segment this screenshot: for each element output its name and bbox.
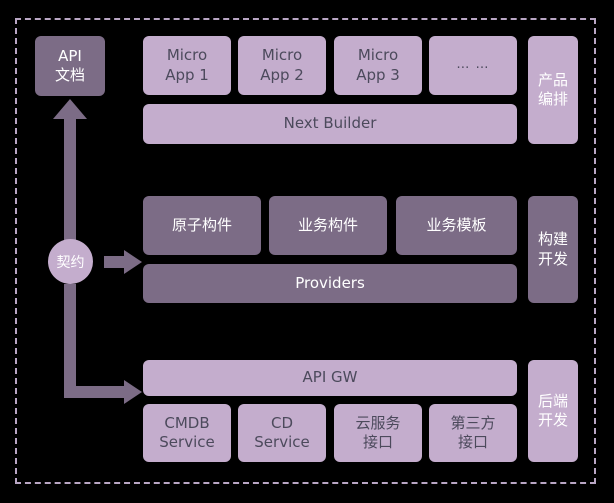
micro-app-2-box[interactable]: Micro App 2 xyxy=(238,36,326,95)
lane-build-development[interactable]: 构建 开发 xyxy=(528,196,578,303)
business-template-box[interactable]: 业务模板 xyxy=(396,196,517,255)
api-gw-bar[interactable]: API GW xyxy=(143,360,517,396)
arrow-contract-to-api-doc xyxy=(53,99,87,240)
cd-service-box[interactable]: CD Service xyxy=(238,404,326,462)
atomic-component-box[interactable]: 原子构件 xyxy=(143,196,261,255)
providers-bar[interactable]: Providers xyxy=(143,264,517,303)
micro-app-more-box[interactable]: … … xyxy=(429,36,517,95)
arrow-contract-to-components xyxy=(104,250,142,274)
third-party-api-box[interactable]: 第三方 接口 xyxy=(429,404,517,462)
business-component-box[interactable]: 业务构件 xyxy=(269,196,387,255)
micro-app-1-box[interactable]: Micro App 1 xyxy=(143,36,231,95)
lane-backend-development[interactable]: 后端 开发 xyxy=(528,360,578,462)
diagram-canvas: API 文档 契约 Micro App 1 Micro App 2 Micro … xyxy=(0,0,614,503)
lane-product-orchestration[interactable]: 产品 编排 xyxy=(528,36,578,144)
contract-node[interactable]: 契约 xyxy=(48,239,93,284)
cloud-service-api-box[interactable]: 云服务 接口 xyxy=(334,404,422,462)
next-builder-bar[interactable]: Next Builder xyxy=(143,104,517,144)
cmdb-service-box[interactable]: CMDB Service xyxy=(143,404,231,462)
arrow-contract-to-api-gw xyxy=(64,284,142,404)
api-doc-box[interactable]: API 文档 xyxy=(35,36,105,96)
micro-app-3-box[interactable]: Micro App 3 xyxy=(334,36,422,95)
